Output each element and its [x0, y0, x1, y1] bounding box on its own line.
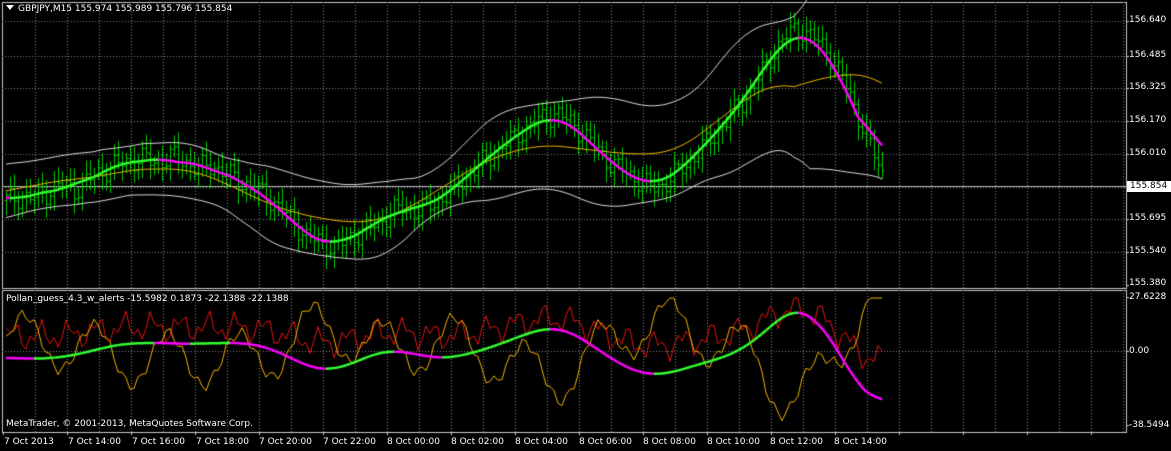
dropdown-arrow-icon[interactable]	[6, 5, 14, 10]
copyright-text: MetaTrader, © 2001-2013, MetaQuotes Soft…	[6, 419, 253, 429]
current-price-label: 155.854	[1127, 181, 1171, 192]
price-tick-label: 156.640	[1129, 15, 1167, 25]
time-tick-label: 7 Oct 22:00	[323, 437, 376, 447]
price-tick-label: 156.325	[1129, 82, 1167, 92]
chart-title: GBPJPY,M15 155.974 155.989 155.796 155.8…	[6, 4, 232, 15]
price-tick-label: 155.380	[1129, 278, 1167, 288]
time-tick-label: 7 Oct 16:00	[132, 437, 185, 447]
time-tick-label: 8 Oct 10:00	[707, 437, 760, 447]
chart-title-text: GBPJPY,M15 155.974 155.989 155.796 155.8…	[18, 4, 233, 14]
time-tick-label: 7 Oct 14:00	[68, 437, 121, 447]
time-tick-label: 8 Oct 06:00	[579, 437, 632, 447]
time-tick-label: 8 Oct 08:00	[643, 437, 696, 447]
time-tick-label: 8 Oct 00:00	[387, 437, 440, 447]
indicator-tick-label: -38.5494	[1129, 420, 1170, 430]
price-tick-label: 156.010	[1129, 148, 1167, 158]
time-tick-label: 8 Oct 12:00	[770, 437, 823, 447]
time-tick-label: 7 Oct 2013	[4, 437, 54, 447]
indicator-title: Pollan_guess_4.3_w_alerts -15.5982 0.187…	[6, 294, 289, 304]
time-tick-label: 8 Oct 14:00	[834, 437, 887, 447]
time-tick-label: 7 Oct 18:00	[196, 437, 249, 447]
price-tick-label: 155.540	[1129, 246, 1167, 256]
time-tick-label: 8 Oct 04:00	[515, 437, 568, 447]
time-tick-label: 7 Oct 20:00	[259, 437, 312, 447]
price-tick-label: 156.170	[1129, 115, 1167, 125]
time-tick-label: 8 Oct 02:00	[451, 437, 504, 447]
price-tick-label: 155.695	[1129, 213, 1167, 223]
price-tick-label: 156.485	[1129, 50, 1167, 60]
indicator-tick-label: 0.00	[1129, 346, 1150, 356]
chart-canvas[interactable]	[0, 0, 1171, 451]
indicator-tick-label: 27.6228	[1129, 292, 1167, 302]
